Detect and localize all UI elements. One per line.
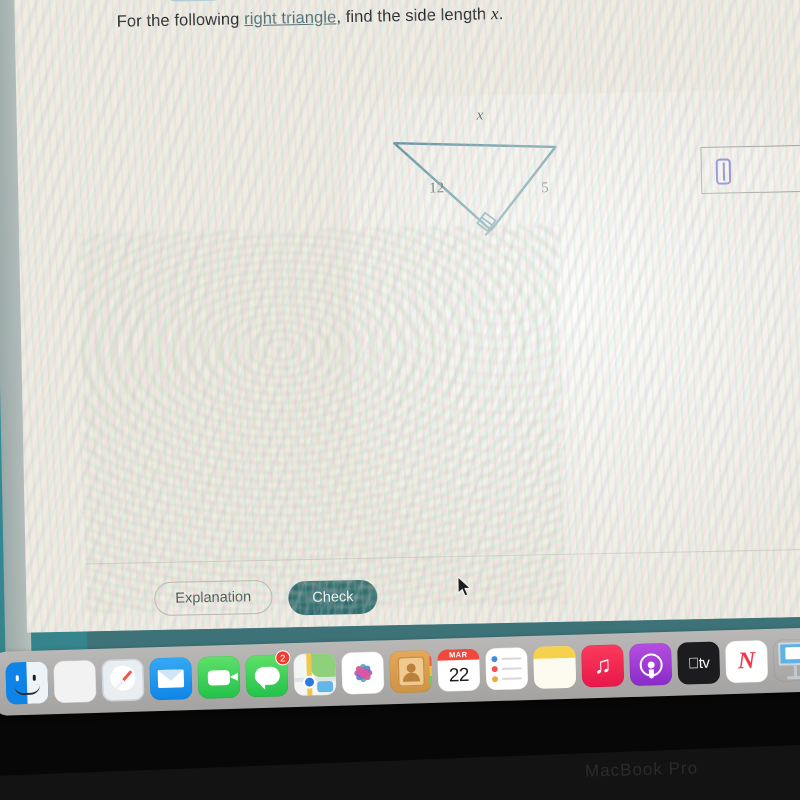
dock-item-music[interactable]: ♫ bbox=[581, 644, 625, 688]
calendar-day: 22 bbox=[448, 664, 470, 686]
keynote-icon bbox=[773, 639, 800, 682]
mail-icon bbox=[149, 657, 193, 701]
macbook-brand-text: MacBook Pro bbox=[584, 758, 699, 781]
explanation-button[interactable]: Explanation bbox=[154, 579, 273, 617]
dock-item-calendar[interactable]: MAR 22 bbox=[437, 648, 481, 692]
dock-item-contacts[interactable] bbox=[389, 649, 433, 694]
launchpad-icon bbox=[53, 659, 97, 704]
footer-divider bbox=[85, 546, 800, 565]
podcasts-icon bbox=[629, 642, 673, 687]
dock-item-launchpad[interactable] bbox=[53, 659, 97, 704]
calendar-month: MAR bbox=[437, 648, 480, 661]
chevron-down-icon[interactable] bbox=[165, 0, 223, 2]
dock-item-news[interactable]: N bbox=[725, 640, 769, 684]
math-exercise-page: For the following right triangle, find t… bbox=[13, 0, 800, 676]
calendar-icon: MAR 22 bbox=[437, 648, 481, 692]
dock-item-tv[interactable]: tv bbox=[677, 641, 721, 685]
appletv-icon: tv bbox=[677, 641, 721, 685]
finder-icon bbox=[5, 661, 49, 705]
dock-item-mail[interactable] bbox=[149, 657, 193, 701]
messages-badge: 2 bbox=[275, 650, 291, 666]
dock-item-reminders[interactable] bbox=[485, 647, 529, 691]
photos-icon bbox=[341, 651, 385, 695]
photo-of-laptop-screen: For the following right triangle, find t… bbox=[0, 0, 800, 800]
music-icon: ♫ bbox=[581, 644, 625, 688]
contacts-icon bbox=[389, 649, 433, 694]
news-n-glyph: N bbox=[737, 647, 756, 675]
maps-icon bbox=[293, 652, 337, 697]
laptop-screen: For the following right triangle, find t… bbox=[0, 0, 800, 686]
prompt-middle: , find the side length bbox=[336, 5, 492, 27]
check-button[interactable]: Check bbox=[288, 579, 378, 616]
dock-item-finder[interactable] bbox=[5, 661, 49, 705]
dock-item-notes[interactable] bbox=[533, 645, 577, 689]
dock-item-facetime[interactable] bbox=[197, 655, 241, 699]
prompt-prefix: For the following bbox=[116, 10, 245, 31]
news-icon: N bbox=[725, 640, 769, 684]
dock-item-podcasts[interactable] bbox=[629, 642, 673, 687]
prompt-suffix: . bbox=[498, 4, 504, 24]
dock-item-keynote[interactable] bbox=[773, 639, 800, 682]
right-triangle-link[interactable]: right triangle bbox=[244, 8, 337, 28]
reminders-icon bbox=[485, 647, 529, 691]
label-left-leg: 12 bbox=[428, 180, 445, 197]
music-note-glyph: ♫ bbox=[593, 651, 613, 680]
dock-item-photos[interactable] bbox=[341, 651, 385, 695]
dock-item-messages[interactable]: 2 bbox=[245, 650, 291, 698]
notes-icon bbox=[533, 645, 577, 689]
label-right-leg: 5 bbox=[541, 180, 549, 197]
question-prompt: For the following right triangle, find t… bbox=[117, 0, 757, 32]
facetime-icon bbox=[197, 655, 241, 699]
label-hypotenuse: x bbox=[476, 107, 484, 124]
triangle-figure: x 12 5 bbox=[372, 103, 605, 248]
answer-input[interactable] bbox=[700, 142, 800, 195]
dock-item-safari[interactable] bbox=[101, 658, 145, 702]
math-placeholder-caret bbox=[715, 158, 732, 185]
mouse-cursor bbox=[457, 575, 472, 597]
dock-item-maps[interactable] bbox=[293, 652, 337, 697]
safari-icon bbox=[101, 658, 145, 702]
moire-interference bbox=[13, 0, 800, 633]
